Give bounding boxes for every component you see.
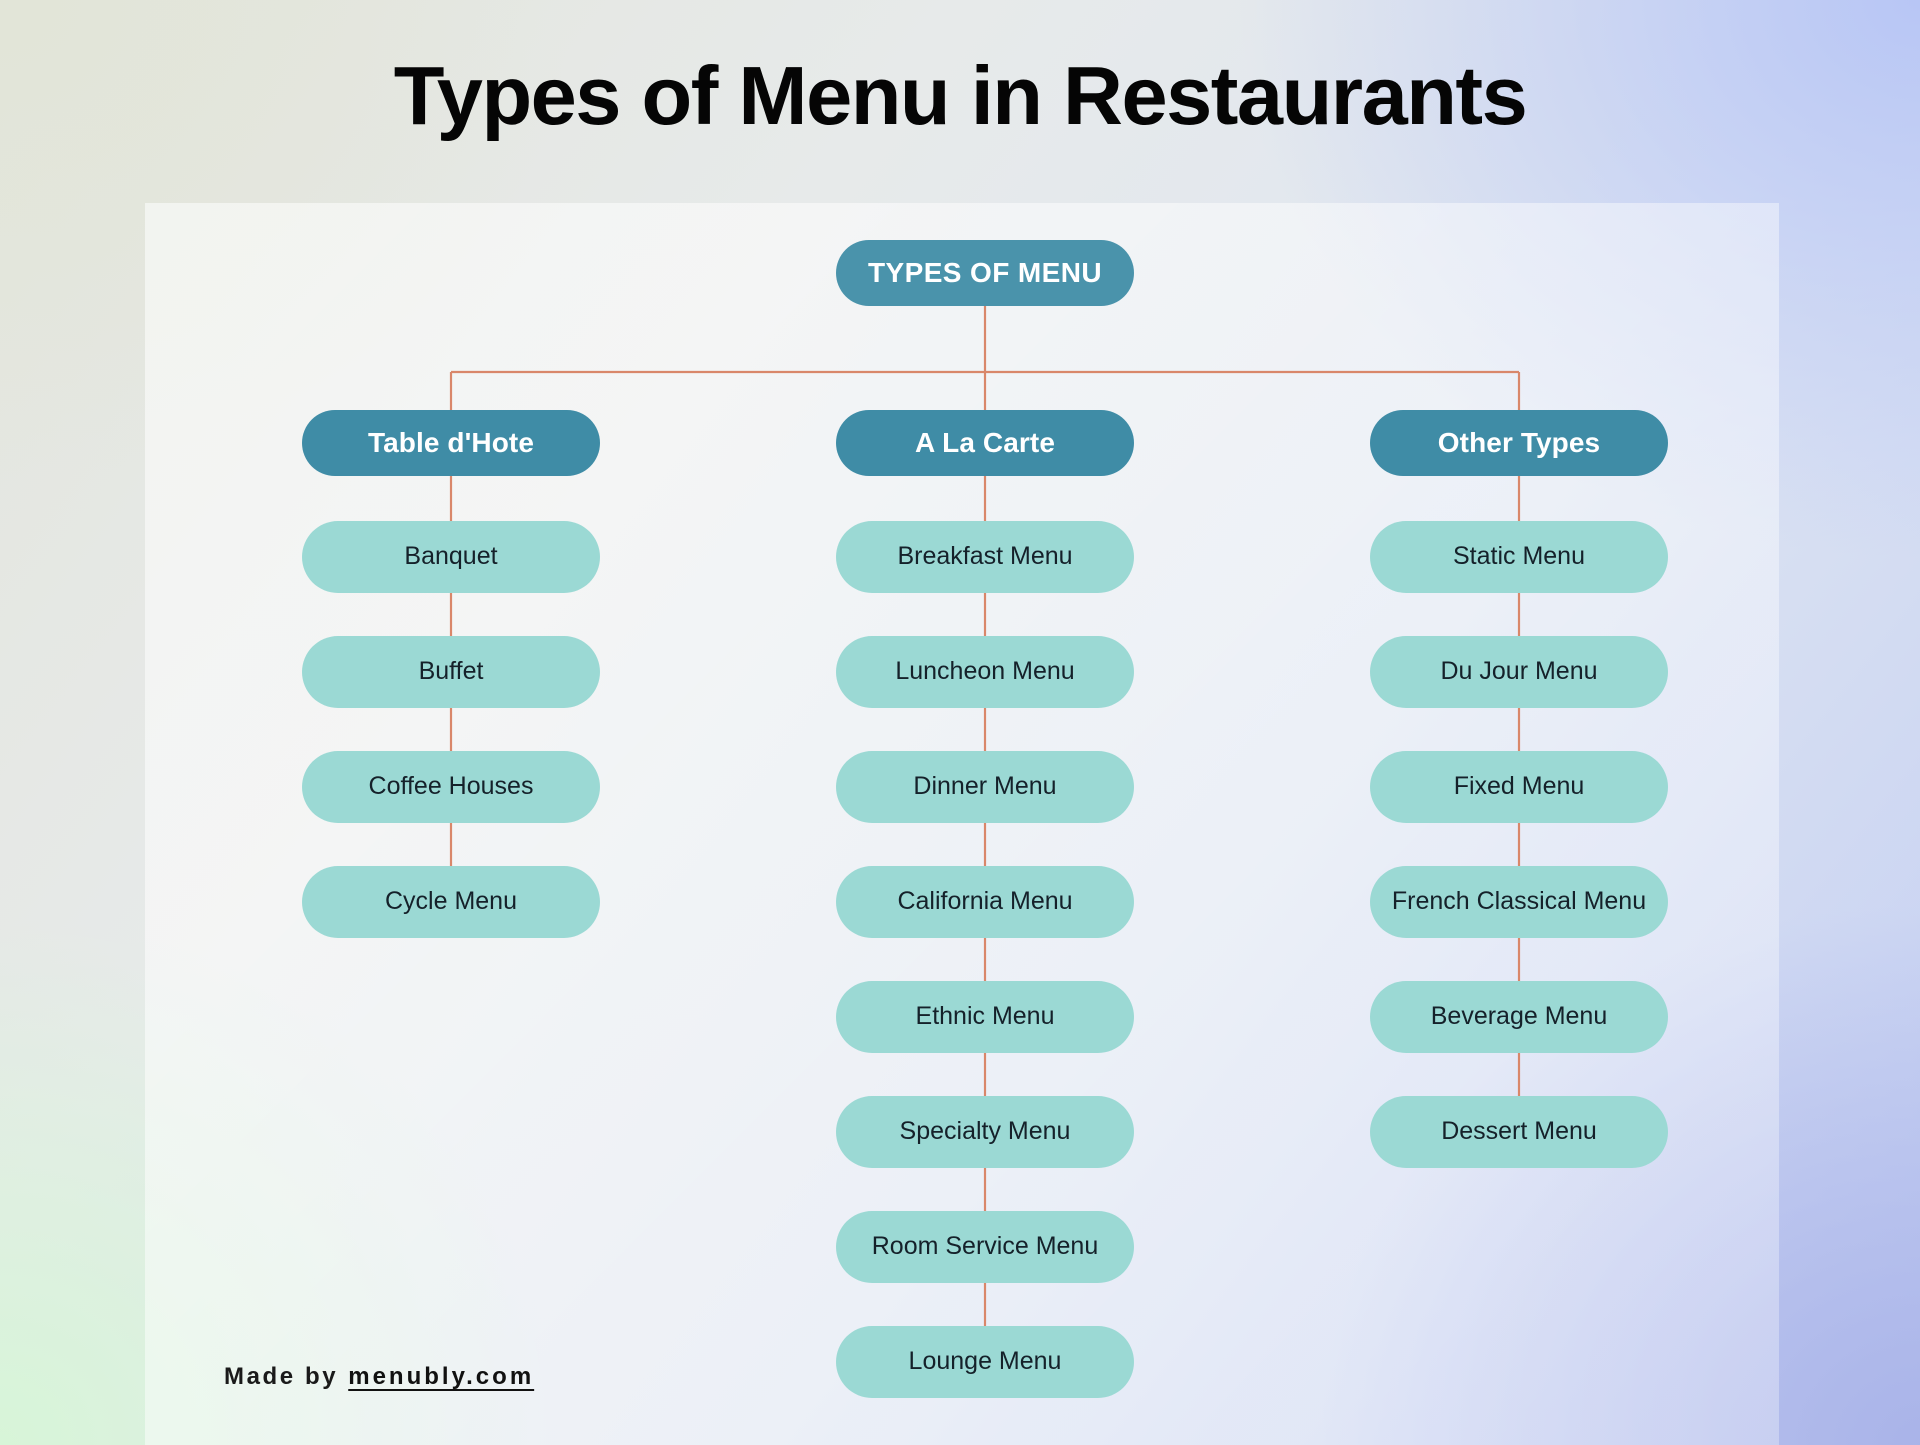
root-node-types-of-menu: TYPES OF MENU [836, 240, 1134, 306]
branch-node-table-d-hote: Table d'Hote [302, 410, 600, 476]
leaf-node-du-jour-menu: Du Jour Menu [1370, 636, 1668, 708]
menu-types-tree-diagram: TYPES OF MENU Table d'Hote Banquet Buffet Co… [0, 0, 1920, 1445]
branch-node-a-la-carte: A La Carte [836, 410, 1134, 476]
leaf-node-buffet: Buffet [302, 636, 600, 708]
leaf-node-luncheon-menu: Luncheon Menu [836, 636, 1134, 708]
leaf-node-static-menu: Static Menu [1370, 521, 1668, 593]
leaf-node-ethnic-menu: Ethnic Menu [836, 981, 1134, 1053]
menubly-link[interactable]: menubly.com [348, 1363, 534, 1391]
credit-line: Made by menubly.com [224, 1363, 534, 1391]
leaf-node-breakfast-menu: Breakfast Menu [836, 521, 1134, 593]
leaf-node-california-menu: California Menu [836, 866, 1134, 938]
leaf-node-dinner-menu: Dinner Menu [836, 751, 1134, 823]
branch-node-other-types: Other Types [1370, 410, 1668, 476]
leaf-node-lounge-menu: Lounge Menu [836, 1326, 1134, 1398]
leaf-node-banquet: Banquet [302, 521, 600, 593]
leaf-node-room-service-menu: Room Service Menu [836, 1211, 1134, 1283]
leaf-node-french-classical-menu: French Classical Menu [1370, 866, 1668, 938]
leaf-node-coffee-houses: Coffee Houses [302, 751, 600, 823]
leaf-node-beverage-menu: Beverage Menu [1370, 981, 1668, 1053]
leaf-node-dessert-menu: Dessert Menu [1370, 1096, 1668, 1168]
leaf-node-specialty-menu: Specialty Menu [836, 1096, 1134, 1168]
leaf-node-fixed-menu: Fixed Menu [1370, 751, 1668, 823]
leaf-node-cycle-menu: Cycle Menu [302, 866, 600, 938]
credit-prefix: Made by [224, 1363, 339, 1390]
